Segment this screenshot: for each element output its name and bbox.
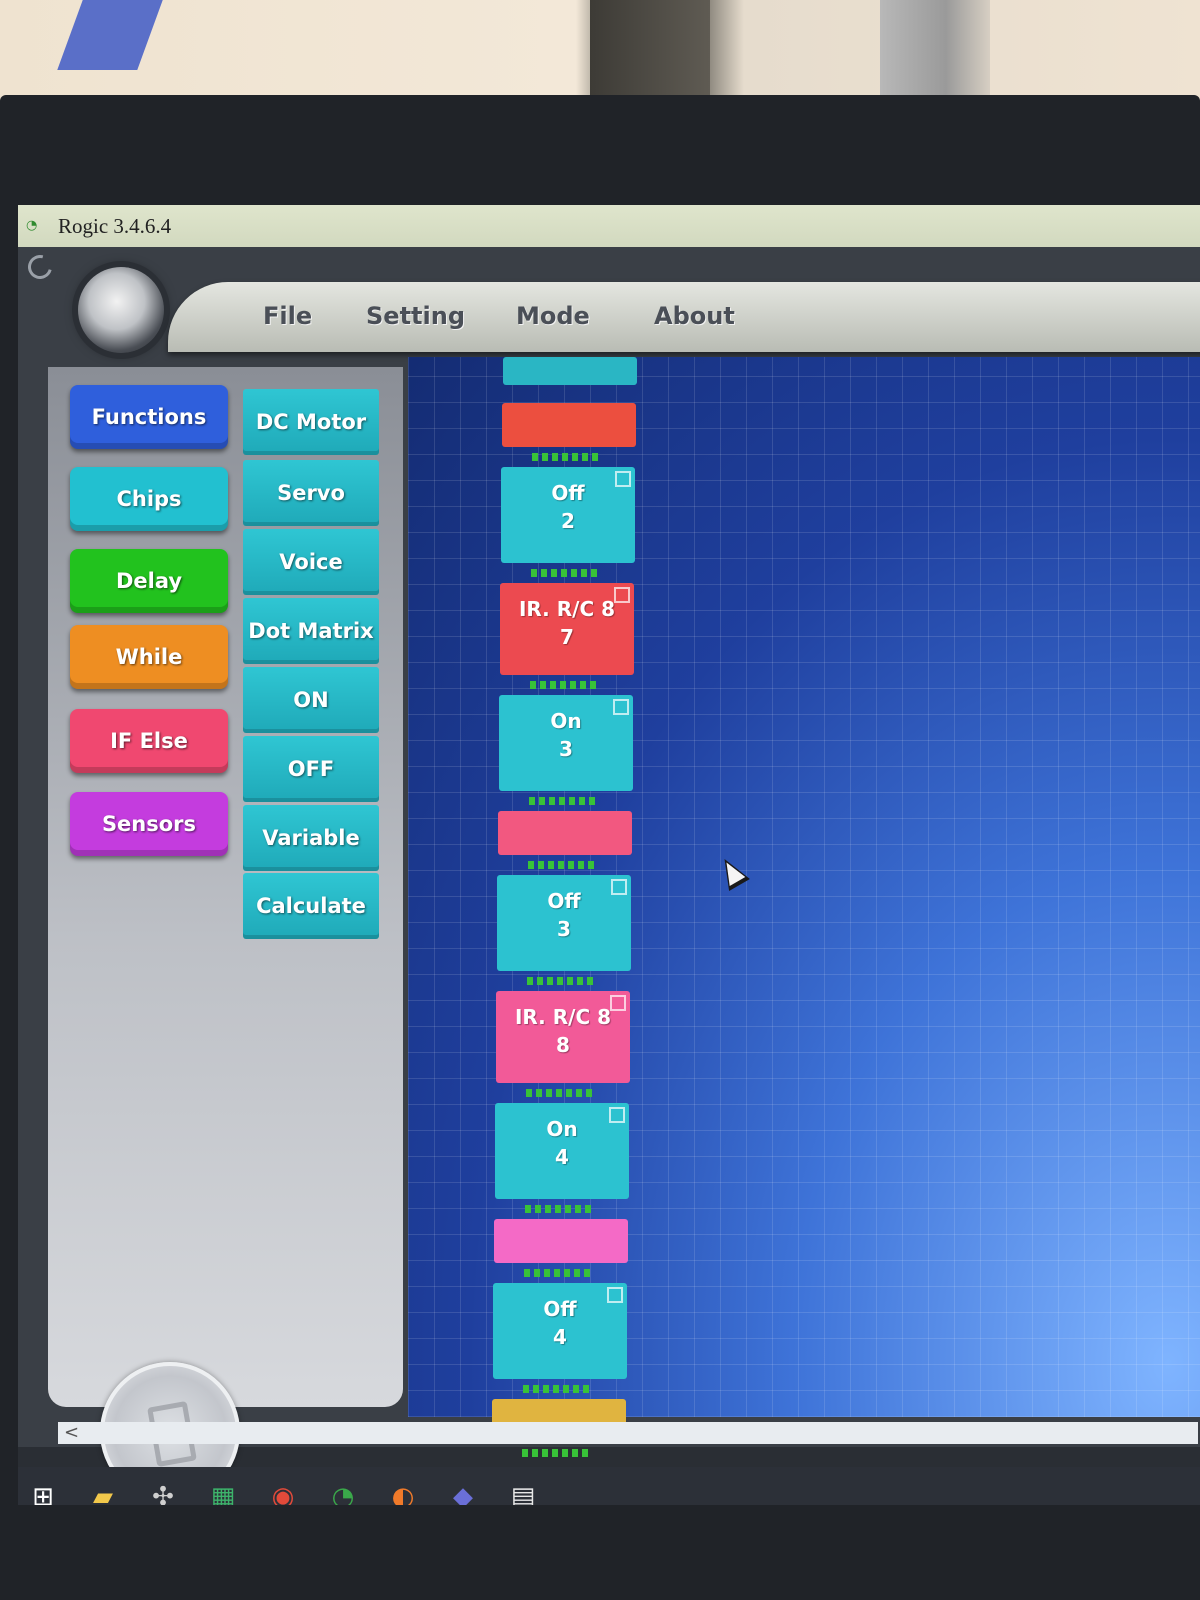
block-label: IR. R/C 8 — [514, 1005, 612, 1029]
program-block-chip[interactable]: Off 2 — [501, 467, 635, 563]
horizontal-scrollbar[interactable]: < — [58, 1422, 1198, 1444]
block-checkbox-icon[interactable] — [607, 1287, 623, 1303]
room-background — [0, 0, 1200, 110]
window-titlebar: ◔ Rogic 3.4.6.4 — [18, 205, 1200, 247]
block-connector — [524, 1269, 594, 1277]
menu-setting[interactable]: Setting — [366, 302, 465, 330]
firefox-icon[interactable]: ◐ — [388, 1482, 418, 1505]
block-number: 4 — [555, 1145, 569, 1169]
block-checkbox-icon[interactable] — [610, 995, 626, 1011]
block-connector — [527, 977, 597, 985]
category-functions[interactable]: Functions — [70, 385, 228, 449]
screen: ◔ Rogic 3.4.6.4 File Setting Mode About … — [18, 205, 1200, 1505]
block-label: Off — [547, 889, 581, 913]
block-number: 8 — [556, 1033, 570, 1057]
app-body: File Setting Mode About Functions Chips … — [18, 247, 1200, 1505]
block-label: Off — [543, 1297, 577, 1321]
block-connector — [532, 453, 602, 461]
block-checkbox-icon[interactable] — [615, 471, 631, 487]
block-connector — [523, 1385, 593, 1393]
wall-pole — [880, 0, 990, 100]
block-label: IR. R/C 8 — [518, 597, 616, 621]
block-checkbox-icon[interactable] — [609, 1107, 625, 1123]
program-block-chip[interactable]: Off 3 — [497, 875, 631, 971]
chip-voice[interactable]: Voice — [243, 529, 379, 595]
chip-variable[interactable]: Variable — [243, 805, 379, 871]
menu-bar: File Setting Mode About — [168, 282, 1200, 352]
logo-disc[interactable] — [78, 267, 164, 353]
program-block-chip[interactable]: Off 4 — [493, 1283, 627, 1379]
chip-dot-matrix[interactable]: Dot Matrix — [243, 598, 379, 664]
block-label: On — [550, 709, 582, 733]
spreadsheet-icon[interactable]: ▦ — [208, 1482, 238, 1505]
block-label: On — [546, 1117, 578, 1141]
menu-mode[interactable]: Mode — [516, 302, 590, 330]
category-delay[interactable]: Delay — [70, 549, 228, 613]
mouse-pointer-icon — [714, 853, 750, 891]
chip-calculate[interactable]: Calculate — [243, 873, 379, 939]
block-checkbox-icon[interactable] — [613, 699, 629, 715]
block-connector — [529, 797, 599, 805]
block-checkbox-icon[interactable] — [614, 587, 630, 603]
rogic-app-icon: ◔ — [26, 218, 38, 233]
app-mixer-icon[interactable]: ✣ — [148, 1482, 178, 1505]
program-workspace[interactable]: Off 2 IR. R/C 8 7 On 3 Off 3 IR. R/C 8 8 On 4 Off 4 — [408, 357, 1200, 1457]
file-explorer-icon[interactable]: ▰ — [88, 1482, 118, 1505]
chip-servo[interactable]: Servo — [243, 460, 379, 526]
teams-icon[interactable]: ◆ — [448, 1482, 478, 1505]
block-connector — [522, 1449, 592, 1457]
block-label: Off — [551, 481, 585, 505]
program-block-cap[interactable] — [503, 357, 637, 385]
window-title: Rogic 3.4.6.4 — [58, 213, 172, 238]
palette-panel: Functions Chips Delay While IF Else Sens… — [48, 367, 403, 1502]
block-number: 3 — [559, 737, 573, 761]
block-number: 2 — [561, 509, 575, 533]
rogic-icon[interactable]: ◔ — [328, 1482, 358, 1505]
category-while[interactable]: While — [70, 625, 228, 689]
program-block-chip[interactable]: On 4 — [495, 1103, 629, 1199]
program-block-bar[interactable] — [502, 403, 636, 447]
wall-post — [590, 0, 710, 100]
program-block-chip[interactable]: On 3 — [499, 695, 633, 791]
refresh-icon[interactable] — [23, 250, 57, 284]
block-connector — [528, 861, 598, 869]
wall-bracket — [57, 0, 163, 70]
chip-off[interactable]: OFF — [243, 736, 379, 802]
block-number: 4 — [553, 1325, 567, 1349]
category-sensors[interactable]: Sensors — [70, 792, 228, 856]
program-block-bar[interactable] — [494, 1219, 628, 1263]
program-block-sensor[interactable]: IR. R/C 8 7 — [500, 583, 634, 675]
scroll-left-icon[interactable]: < — [64, 1422, 79, 1444]
menu-about[interactable]: About — [654, 302, 735, 330]
windows-start-icon[interactable]: ⊞ — [28, 1482, 58, 1505]
block-connector — [525, 1205, 595, 1213]
block-connector — [530, 681, 600, 689]
program-block-sensor[interactable]: IR. R/C 8 8 — [496, 991, 630, 1083]
category-if-else[interactable]: IF Else — [70, 709, 228, 773]
block-checkbox-icon[interactable] — [611, 879, 627, 895]
category-chips[interactable]: Chips — [70, 467, 228, 531]
menu-file[interactable]: File — [263, 302, 312, 330]
taskbar: ⊞ ▰ ✣ ▦ ◉ ◔ ◐ ◆ ▤ — [18, 1467, 1200, 1505]
chrome-icon[interactable]: ◉ — [268, 1482, 298, 1505]
chip-dc-motor[interactable]: DC Motor — [243, 389, 379, 455]
block-number: 7 — [560, 625, 574, 649]
program-block-bar[interactable] — [498, 811, 632, 855]
document-icon[interactable]: ▤ — [508, 1482, 538, 1505]
block-number: 3 — [557, 917, 571, 941]
chip-on[interactable]: ON — [243, 667, 379, 733]
block-connector — [526, 1089, 596, 1097]
block-connector — [531, 569, 601, 577]
